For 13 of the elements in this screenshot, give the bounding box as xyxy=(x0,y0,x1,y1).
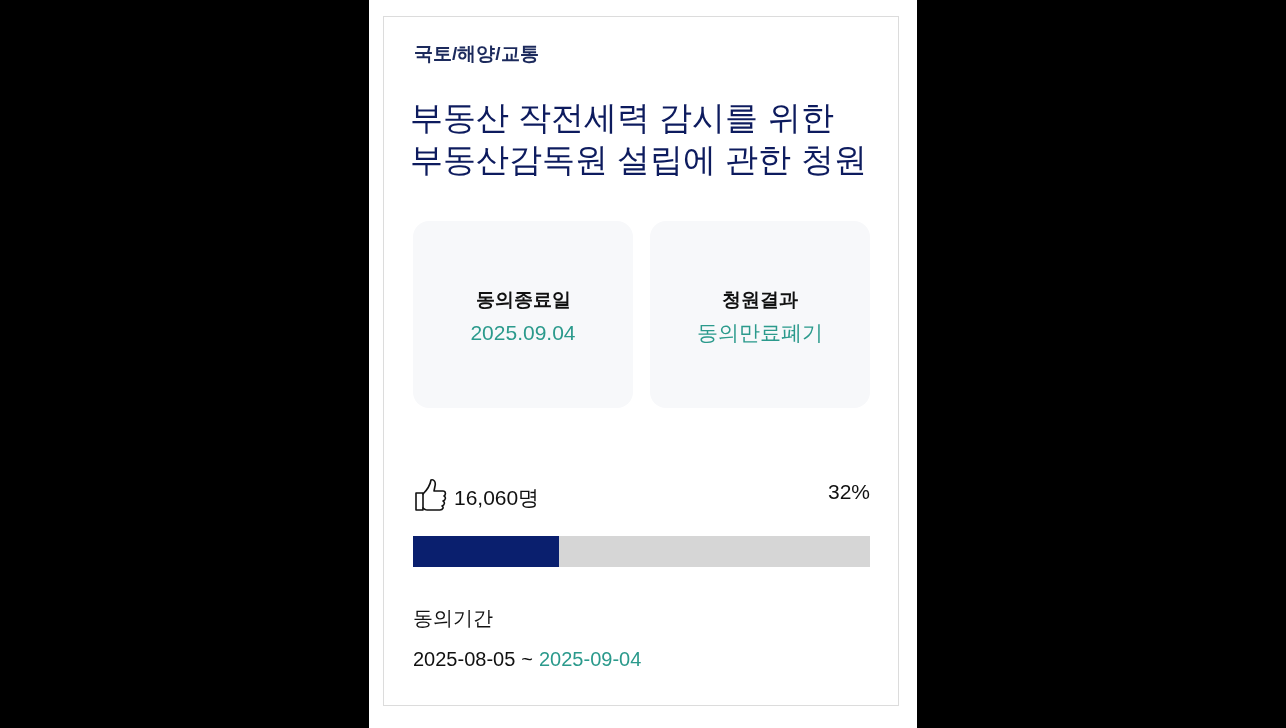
thumbs-up-icon xyxy=(414,478,448,512)
info-label: 동의종료일 xyxy=(475,287,571,312)
info-value: 동의만료폐기 xyxy=(697,319,823,346)
info-value: 2025.09.04 xyxy=(470,319,576,346)
info-label: 청원결과 xyxy=(722,287,798,312)
agreement-count: 16,060명 xyxy=(454,485,540,511)
agreement-percent: 32% xyxy=(827,479,870,505)
petition-title: 부동산 작전세력 감시를 위한 부동산감독원 설립에 관한 청원 xyxy=(410,98,868,180)
period-start: 2025-08-05 xyxy=(413,647,516,672)
period-end: 2025-09-04 xyxy=(539,647,642,672)
period-separator: ~ xyxy=(521,647,533,672)
period-label: 동의기간 xyxy=(412,606,493,631)
category-label: 국토/해양/교통 xyxy=(413,42,539,66)
